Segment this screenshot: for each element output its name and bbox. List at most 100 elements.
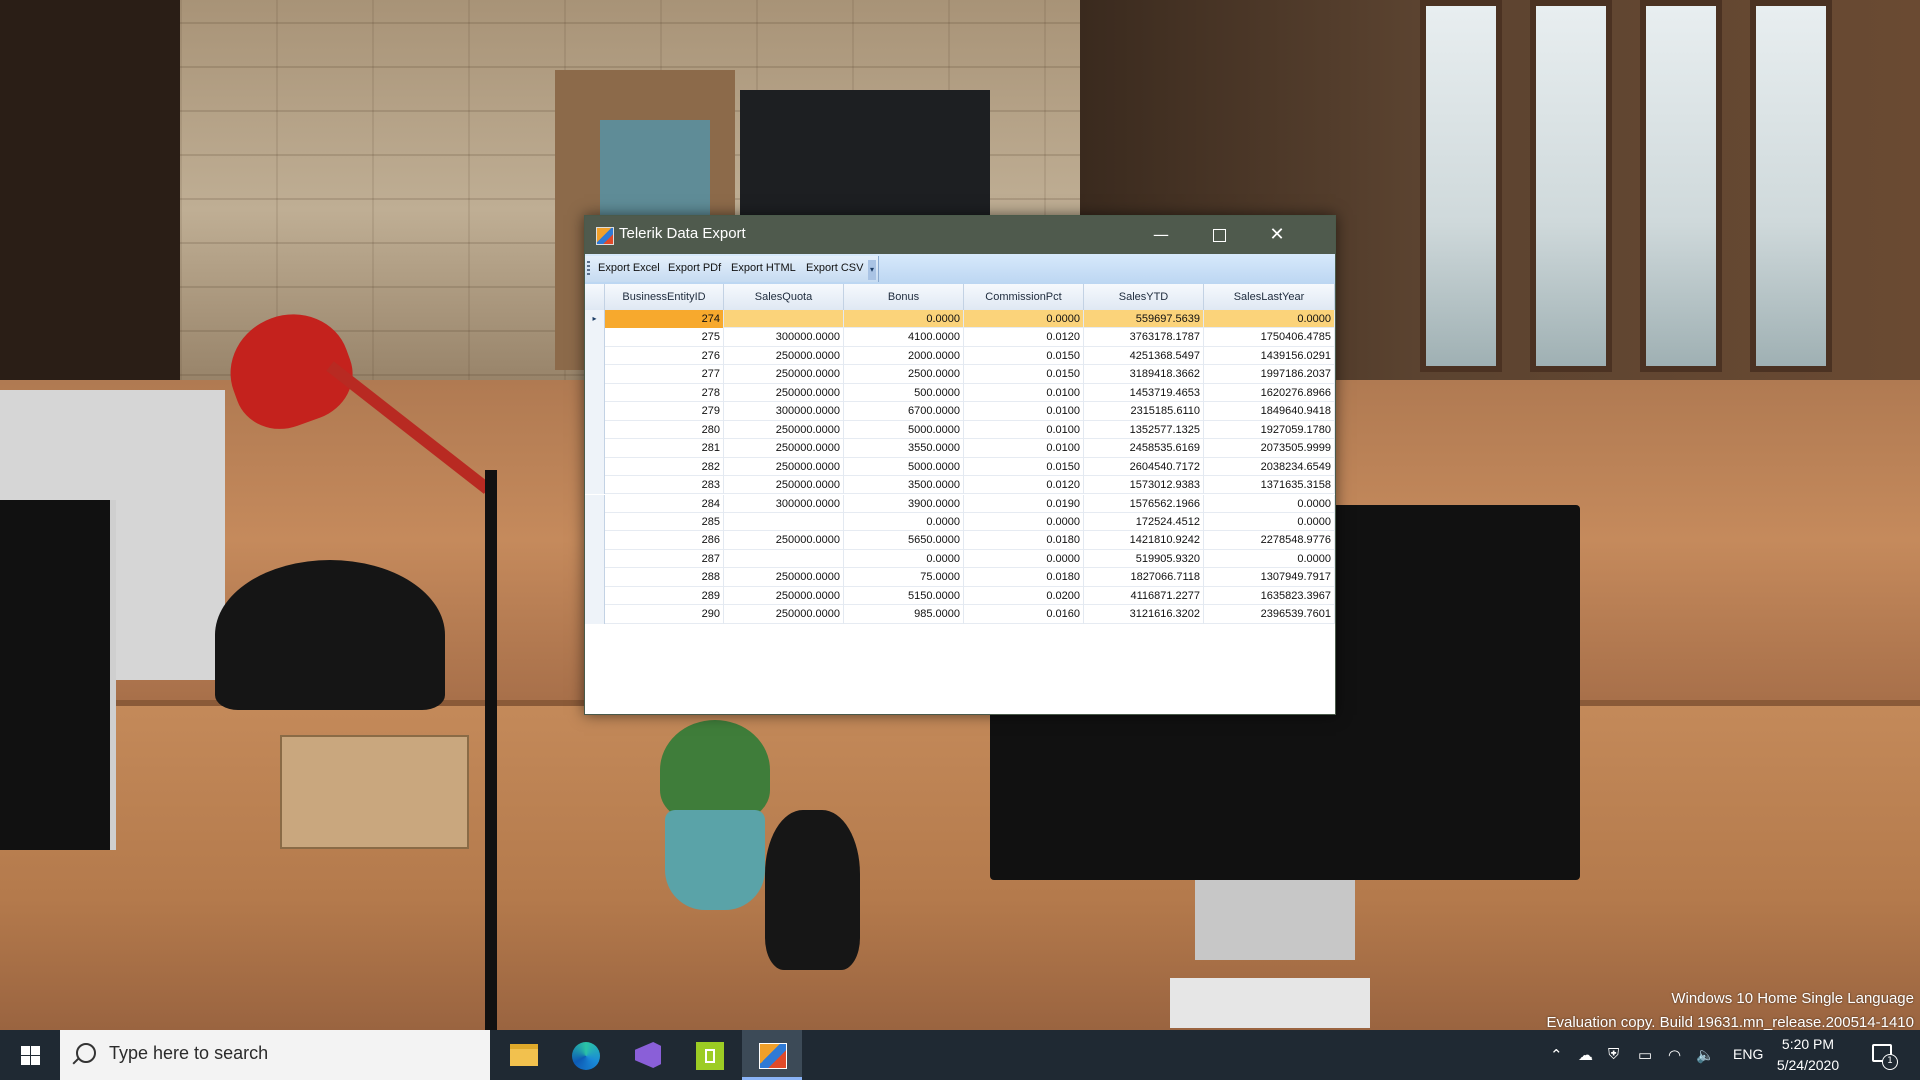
row-indicator[interactable] [585,365,605,384]
cell-salesquota[interactable]: 300000.0000 [724,328,844,347]
cell-salesytd[interactable]: 3121616.3202 [1084,605,1204,624]
cell-bonus[interactable]: 2500.0000 [844,365,964,384]
cell-businessentityid[interactable]: 289 [605,586,724,606]
cell-businessentityid[interactable]: 287 [605,549,724,569]
cell-salesytd[interactable]: 1421810.9242 [1084,531,1204,550]
onedrive-icon[interactable]: ☁ [1578,1046,1593,1064]
taskbar-clock[interactable]: 5:20 PM 5/24/2020 [1763,1034,1853,1076]
cell-bonus[interactable]: 500.0000 [844,383,964,403]
menu-export-excel[interactable]: Export Excel [598,262,660,274]
cell-saleslastyear[interactable]: 1849640.9418 [1204,402,1335,421]
row-indicator[interactable] [585,605,605,624]
cell-businessentityid[interactable]: 279 [605,402,724,421]
cell-salesytd[interactable]: 559697.5639 [1084,310,1204,329]
cell-bonus[interactable]: 0.0000 [844,549,964,569]
cell-salesquota[interactable]: 250000.0000 [724,383,844,403]
cell-bonus[interactable]: 5000.0000 [844,457,964,477]
cell-salesquota[interactable]: 300000.0000 [724,402,844,421]
cell-commissionpct[interactable]: 0.0120 [964,476,1084,495]
table-row[interactable]: 279 300000.0000 6700.0000 0.0100 2315185.611… [585,402,1335,421]
cell-saleslastyear[interactable]: 0.0000 [1204,512,1335,532]
row-indicator[interactable] [585,512,605,532]
table-row[interactable]: 289 250000.0000 5150.0000 0.0200 4116871.227… [585,586,1335,606]
column-header-bonus[interactable]: Bonus [844,284,964,310]
cell-salesytd[interactable]: 1827066.7118 [1084,568,1204,587]
row-indicator[interactable] [585,402,605,421]
column-header-businessentityid[interactable]: BusinessEntityID [605,284,724,310]
cell-salesquota[interactable]: 250000.0000 [724,476,844,495]
cell-salesytd[interactable]: 1453719.4653 [1084,383,1204,403]
cell-saleslastyear[interactable]: 0.0000 [1204,310,1335,329]
cell-businessentityid[interactable]: 277 [605,365,724,384]
row-indicator[interactable] [585,439,605,458]
cell-salesytd[interactable]: 2458535.6169 [1084,439,1204,458]
row-indicator[interactable] [585,568,605,587]
cell-businessentityid[interactable]: 281 [605,439,724,458]
close-button[interactable]: ✕ [1248,216,1306,254]
taskbar-visual-studio[interactable] [618,1030,678,1080]
cell-bonus[interactable]: 5000.0000 [844,420,964,440]
table-row[interactable]: ▸ 274 0.0000 0.0000 559697.5639 0.0000 [585,310,1335,329]
table-row[interactable]: 288 250000.0000 75.0000 0.0180 1827066.7118 1… [585,568,1335,587]
cell-businessentityid[interactable]: 275 [605,328,724,347]
row-indicator[interactable] [585,346,605,366]
cell-saleslastyear[interactable]: 1750406.4785 [1204,328,1335,347]
cell-businessentityid[interactable]: 280 [605,420,724,440]
table-row[interactable]: 290 250000.0000 985.0000 0.0160 3121616.3202… [585,605,1335,624]
cell-businessentityid[interactable]: 282 [605,457,724,477]
row-indicator[interactable] [585,586,605,606]
cell-salesytd[interactable]: 1573012.9383 [1084,476,1204,495]
cell-salesquota[interactable]: 250000.0000 [724,457,844,477]
table-row[interactable]: 275 300000.0000 4100.0000 0.0120 3763178.178… [585,328,1335,347]
cell-saleslastyear[interactable]: 2038234.6549 [1204,457,1335,477]
table-row[interactable]: 280 250000.0000 5000.0000 0.0100 1352577.132… [585,420,1335,440]
cell-saleslastyear[interactable]: 2073505.9999 [1204,439,1335,458]
cell-commissionpct[interactable]: 0.0180 [964,531,1084,550]
row-indicator[interactable] [585,549,605,569]
cell-saleslastyear[interactable]: 1371635.3158 [1204,476,1335,495]
wifi-icon[interactable]: ◠ [1668,1046,1681,1064]
cell-salesquota[interactable]: 250000.0000 [724,531,844,550]
cell-salesquota[interactable] [724,549,844,569]
cell-commissionpct[interactable]: 0.0200 [964,586,1084,606]
menu-export-pdf[interactable]: Export PDf [668,262,721,274]
cell-salesquota[interactable]: 250000.0000 [724,439,844,458]
row-indicator[interactable] [585,328,605,347]
cell-salesquota[interactable]: 300000.0000 [724,494,844,513]
row-indicator[interactable] [585,383,605,403]
menu-grip-icon[interactable] [587,261,590,277]
cell-businessentityid[interactable]: 285 [605,512,724,532]
start-button[interactable] [0,1030,60,1080]
cell-commissionpct[interactable]: 0.0000 [964,512,1084,532]
cell-salesytd[interactable]: 4116871.2277 [1084,586,1204,606]
cell-businessentityid[interactable]: 290 [605,605,724,624]
taskbar-search-box[interactable]: Type here to search [60,1030,490,1080]
cell-bonus[interactable]: 2000.0000 [844,346,964,366]
row-indicator[interactable] [585,420,605,440]
cell-bonus[interactable]: 4100.0000 [844,328,964,347]
cell-saleslastyear[interactable]: 0.0000 [1204,494,1335,513]
cell-saleslastyear[interactable]: 1927059.1780 [1204,420,1335,440]
cell-businessentityid[interactable]: 283 [605,476,724,495]
cell-bonus[interactable]: 75.0000 [844,568,964,587]
cell-saleslastyear[interactable]: 2278548.9776 [1204,531,1335,550]
menu-export-csv[interactable]: Export CSV [806,262,863,274]
cell-commissionpct[interactable]: 0.0000 [964,549,1084,569]
table-row[interactable]: 276 250000.0000 2000.0000 0.0150 4251368.549… [585,346,1335,366]
taskbar-android-app[interactable] [680,1030,740,1080]
column-header-saleslastyear[interactable]: SalesLastYear [1204,284,1335,310]
cell-saleslastyear[interactable]: 1620276.8966 [1204,383,1335,403]
window-titlebar[interactable]: Telerik Data Export — ✕ [585,216,1335,254]
cell-salesquota[interactable]: 250000.0000 [724,568,844,587]
show-hidden-icons-chevron-icon[interactable]: ⌃ [1550,1046,1563,1064]
cell-commissionpct[interactable]: 0.0100 [964,439,1084,458]
cell-bonus[interactable]: 5650.0000 [844,531,964,550]
cell-salesquota[interactable] [724,512,844,532]
volume-icon[interactable]: 🔈 [1696,1046,1715,1064]
cell-bonus[interactable]: 985.0000 [844,605,964,624]
cell-businessentityid[interactable]: 274 [605,310,724,329]
table-row[interactable]: 285 0.0000 0.0000 172524.4512 0.0000 [585,512,1335,532]
taskbar-edge[interactable] [556,1030,616,1080]
menu-export-html[interactable]: Export HTML [731,262,796,274]
cell-businessentityid[interactable]: 286 [605,531,724,550]
